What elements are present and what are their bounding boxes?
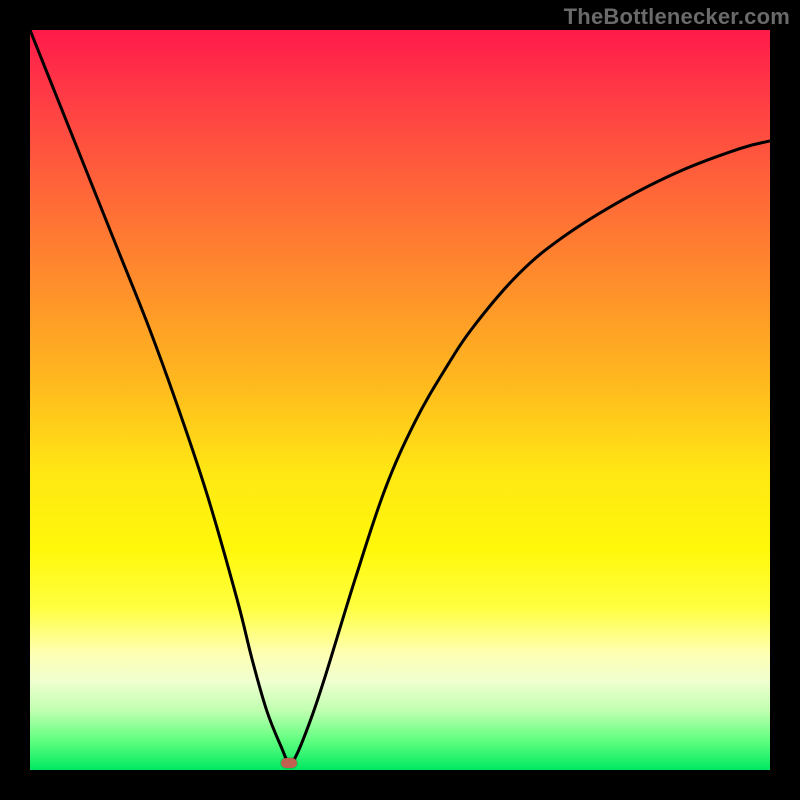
curve-svg <box>30 30 770 770</box>
plot-area <box>30 30 770 770</box>
optimal-point-marker <box>281 758 297 768</box>
watermark-text: TheBottlenecker.com <box>564 4 790 30</box>
chart-frame: TheBottlenecker.com <box>0 0 800 800</box>
